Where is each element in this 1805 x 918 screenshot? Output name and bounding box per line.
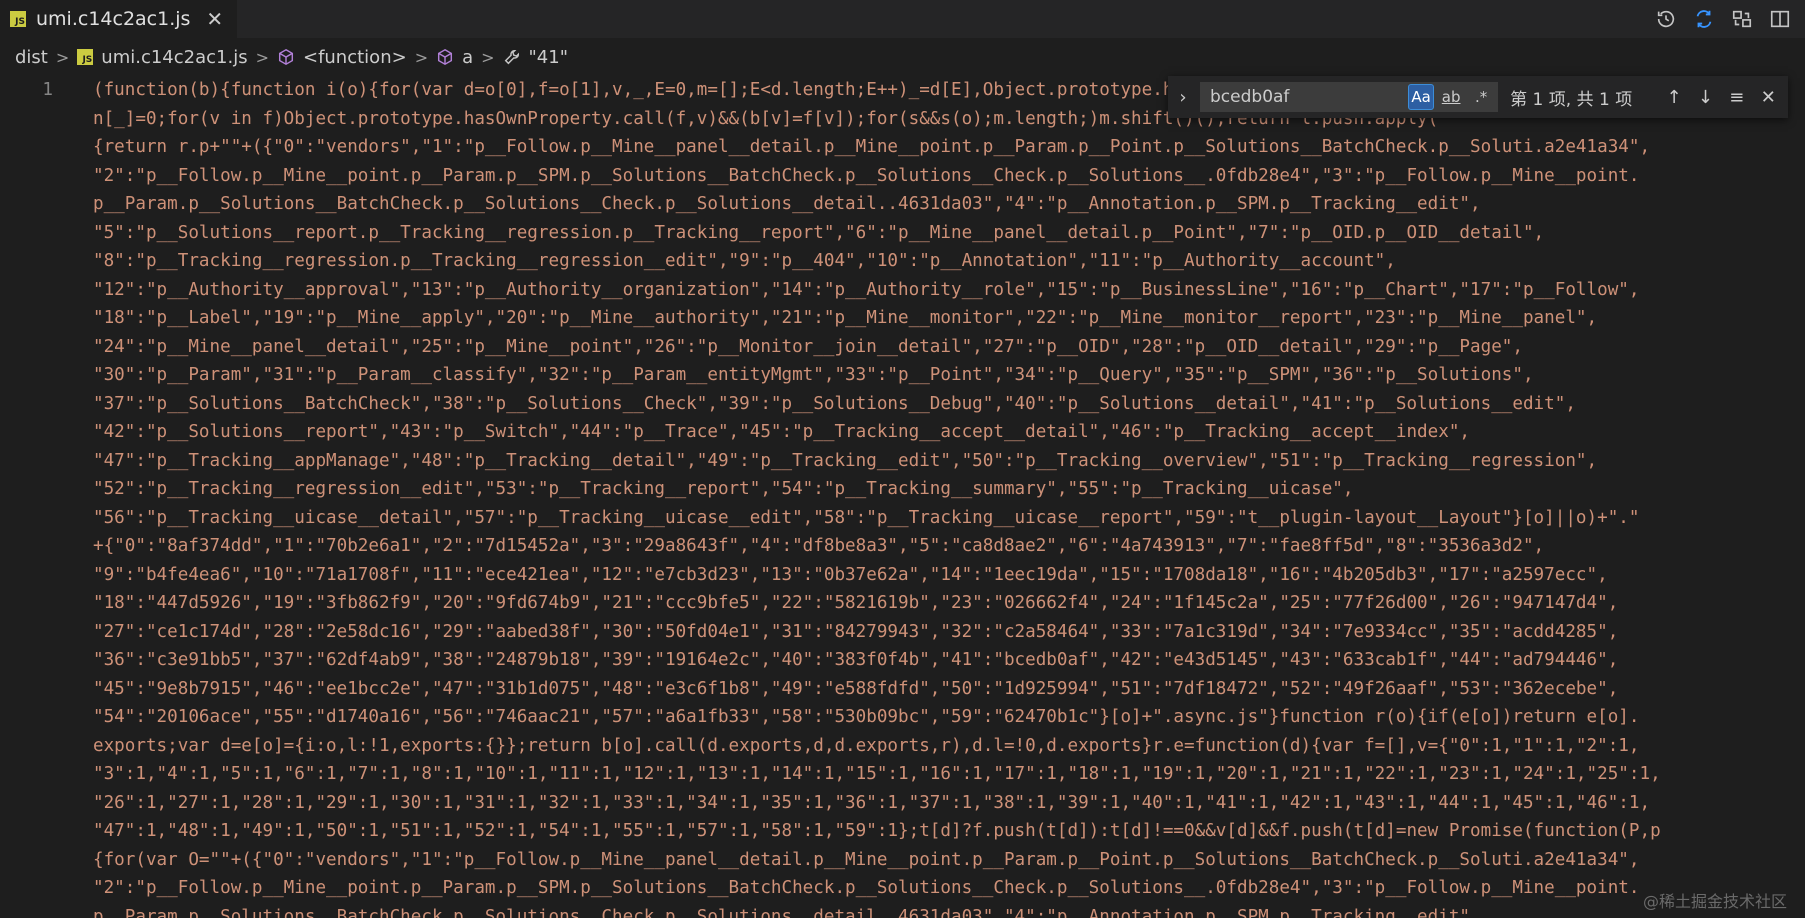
code-line[interactable]: "24":"p__Mine__panel__detail","25":"p__M… bbox=[93, 333, 1805, 362]
javascript-file-icon: JS bbox=[10, 11, 26, 27]
tab-title: umi.c14c2ac1.js bbox=[36, 8, 191, 30]
code-line[interactable]: p__Param.p__Solutions__BatchCheck.p__Sol… bbox=[93, 903, 1805, 918]
code-line[interactable]: "2":"p__Follow.p__Mine__point.p__Param.p… bbox=[93, 162, 1805, 191]
code-editor[interactable]: 1 (function(b){function i(o){for(var d=o… bbox=[0, 76, 1805, 918]
code-line[interactable]: "3":1,"4":1,"5":1,"6":1,"7":1,"8":1,"10"… bbox=[93, 760, 1805, 789]
wrench-icon bbox=[503, 48, 521, 66]
code-line[interactable]: "47":"p__Tracking__appManage","48":"p__T… bbox=[93, 447, 1805, 476]
toggle-replace-chevron-icon[interactable]: › bbox=[1174, 87, 1192, 108]
code-line[interactable]: exports;var d=e[o]={i:o,l:!1,exports:{}}… bbox=[93, 732, 1805, 761]
code-line[interactable]: {return r.p+""+({"0":"vendors","1":"p__F… bbox=[93, 133, 1805, 162]
chevron-right-icon: > bbox=[414, 47, 429, 67]
find-result-count: 第 1 项, 共 1 项 bbox=[1510, 89, 1633, 110]
code-line[interactable]: "56":"p__Tracking__uicase__detail","57":… bbox=[93, 504, 1805, 533]
git-compare-icon[interactable] bbox=[1731, 8, 1753, 30]
line-number: 1 bbox=[42, 80, 53, 100]
close-icon[interactable]: ✕ bbox=[1757, 84, 1780, 110]
breadcrumb-label: umi.c14c2ac1.js bbox=[101, 46, 248, 68]
find-input-box: Aa ab .* bbox=[1200, 82, 1499, 112]
line-number-gutter: 1 bbox=[0, 76, 80, 918]
split-editor-icon[interactable] bbox=[1769, 8, 1791, 30]
breadcrumb-item-variable[interactable]: a bbox=[436, 47, 473, 68]
history-icon[interactable] bbox=[1655, 8, 1677, 30]
code-line[interactable]: "52":"p__Tracking__regression__edit","53… bbox=[93, 475, 1805, 504]
find-input[interactable] bbox=[1208, 86, 1363, 108]
whole-word-button[interactable]: ab bbox=[1438, 84, 1464, 110]
watermark: @稀土掘金技术社区 bbox=[1642, 892, 1787, 911]
code-line[interactable]: "42":"p__Solutions__report","43":"p__Swi… bbox=[93, 418, 1805, 447]
sync-diff-icon[interactable] bbox=[1693, 8, 1715, 30]
editor-actions bbox=[1655, 0, 1791, 38]
regex-button[interactable]: .* bbox=[1468, 84, 1494, 110]
breadcrumb-label: dist bbox=[15, 46, 48, 68]
breadcrumb-item-folder[interactable]: dist bbox=[15, 47, 48, 68]
arrow-down-icon[interactable]: ↓ bbox=[1694, 84, 1717, 110]
find-in-selection-icon[interactable]: ≡ bbox=[1725, 84, 1748, 110]
breadcrumb-item-function[interactable]: <function> bbox=[277, 47, 407, 68]
code-line[interactable]: "47":1,"48":1,"49":1,"50":1,"51":1,"52":… bbox=[93, 817, 1805, 846]
breadcrumb-label: "41" bbox=[528, 46, 568, 68]
code-line[interactable]: "27":"ce1c174d","28":"2e58dc16","29":"aa… bbox=[93, 618, 1805, 647]
match-case-button[interactable]: Aa bbox=[1408, 84, 1435, 110]
code-line[interactable]: p__Param.p__Solutions__BatchCheck.p__Sol… bbox=[93, 190, 1805, 219]
chevron-right-icon: > bbox=[255, 47, 269, 67]
code-line[interactable]: "54":"20106ace","55":"d1740a16","56":"74… bbox=[93, 703, 1805, 732]
code-content[interactable]: (function(b){function i(o){for(var d=o[0… bbox=[93, 76, 1805, 918]
code-line[interactable]: {for(var O=""+({"0":"vendors","1":"p__Fo… bbox=[93, 846, 1805, 875]
editor-tab[interactable]: JS umi.c14c2ac1.js ✕ bbox=[0, 0, 238, 38]
javascript-file-icon: JS bbox=[77, 49, 94, 65]
breadcrumb-label: <function> bbox=[302, 46, 407, 68]
code-line[interactable]: "36":"c3e91bb5","37":"62df4ab9","38":"24… bbox=[93, 646, 1805, 675]
code-line[interactable]: "9":"b4fe4ea6","10":"71a1708f","11":"ece… bbox=[93, 561, 1805, 590]
tab-bar: JS umi.c14c2ac1.js ✕ bbox=[0, 0, 1805, 38]
code-line[interactable]: "45":"9e8b7915","46":"ee1bcc2e","47":"31… bbox=[93, 675, 1805, 704]
code-line[interactable]: "8":"p__Tracking__regression.p__Tracking… bbox=[93, 247, 1805, 276]
breadcrumb: dist > JS umi.c14c2ac1.js > <function> >… bbox=[0, 38, 1805, 76]
code-line[interactable]: "12":"p__Authority__approval","13":"p__A… bbox=[93, 276, 1805, 305]
chevron-right-icon: > bbox=[55, 47, 70, 67]
find-options: Aa ab .* bbox=[1408, 84, 1494, 110]
code-line[interactable]: "37":"p__Solutions__BatchCheck","38":"p_… bbox=[93, 390, 1805, 419]
code-line[interactable]: "18":"447d5926","19":"3fb862f9","20":"9f… bbox=[93, 589, 1805, 618]
cube-icon bbox=[277, 48, 295, 66]
code-line[interactable]: "30":"p__Param","31":"p__Param__classify… bbox=[93, 361, 1805, 390]
breadcrumb-label: a bbox=[462, 46, 474, 68]
code-line[interactable]: "18":"p__Label","19":"p__Mine__apply","2… bbox=[93, 304, 1805, 333]
chevron-right-icon: > bbox=[481, 47, 495, 67]
code-line[interactable]: "2":"p__Follow.p__Mine__point.p__Param.p… bbox=[93, 874, 1805, 903]
code-line[interactable]: "26":1,"27":1,"28":1,"29":1,"30":1,"31":… bbox=[93, 789, 1805, 818]
cube-icon bbox=[436, 48, 454, 66]
arrow-up-icon[interactable]: ↑ bbox=[1662, 84, 1685, 110]
find-widget: › Aa ab .* 第 1 项, 共 1 项 ↑ ↓ ≡ ✕ bbox=[1168, 76, 1788, 118]
close-icon[interactable]: ✕ bbox=[206, 7, 223, 31]
breadcrumb-item-file[interactable]: JS umi.c14c2ac1.js bbox=[77, 46, 248, 68]
code-line[interactable]: +{"0":"8af374dd","1":"70b2e6a1","2":"7d1… bbox=[93, 532, 1805, 561]
code-line[interactable]: "5":"p__Solutions__report.p__Tracking__r… bbox=[93, 219, 1805, 248]
breadcrumb-item-property[interactable]: "41" bbox=[503, 47, 568, 68]
